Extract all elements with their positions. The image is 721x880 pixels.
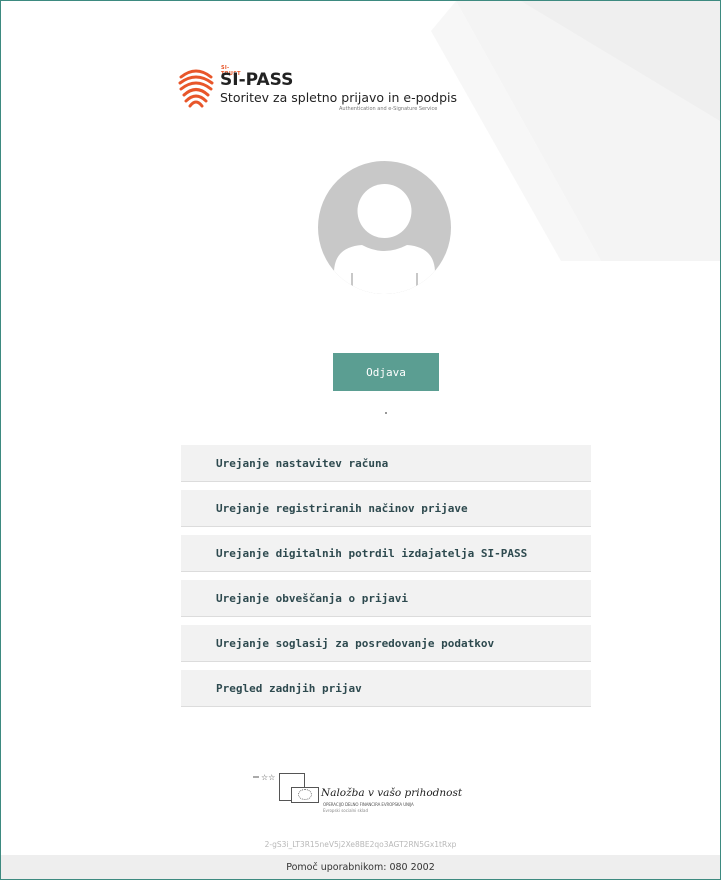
eu-flag-icon	[298, 789, 312, 800]
menu-item-recent-logins[interactable]: Pregled zadnjih prijav	[181, 670, 591, 707]
eu-funding-logo: ☆☆ Naložba v vašo prihodnost OPERACIJO D…	[253, 771, 513, 821]
page-frame: SI-TRUST SI-PASS Storitev za spletno pri…	[0, 0, 721, 880]
background-decoration	[431, 1, 720, 261]
logout-button[interactable]: Odjava	[333, 353, 439, 391]
user-avatar-icon	[318, 161, 451, 294]
brand-name: SI-PASS	[220, 70, 294, 90]
eu-funding-line2: Evropski socialni sklad	[323, 808, 369, 813]
account-menu: Urejanje nastavitev računa Urejanje regi…	[181, 445, 591, 715]
menu-item-login-methods[interactable]: Urejanje registriranih načinov prijave	[181, 490, 591, 527]
menu-item-account-settings[interactable]: Urejanje nastavitev računa	[181, 445, 591, 482]
eu-funding-title: Naložba v vašo prihodnost	[321, 787, 463, 799]
svg-text:☆☆: ☆☆	[261, 773, 275, 782]
menu-item-data-consents[interactable]: Urejanje soglasij za posredovanje podatk…	[181, 625, 591, 662]
brand-subtitle: Storitev za spletno prijavo in e-podpis	[220, 90, 458, 105]
fingerprint-icon	[178, 69, 214, 108]
separator-dot	[385, 412, 387, 414]
session-id: 2-gS3i_LT3R15neV5j2Xe8BE2qo3AGT2RN5Gx1tR…	[264, 840, 457, 849]
help-contact: Pomoč uporabnikom: 080 2002	[286, 861, 435, 873]
brand-subtitle-en: Authentication and e-Signature Service	[339, 106, 438, 112]
footer: Pomoč uporabnikom: 080 2002	[1, 855, 720, 879]
eu-funding-line1: OPERACIJO DELNO FINANCIRA EVROPSKA UNIJA	[323, 802, 414, 807]
menu-item-digital-certificates[interactable]: Urejanje digitalnih potrdil izdajatelja …	[181, 535, 591, 572]
menu-item-login-notifications[interactable]: Urejanje obveščanja o prijavi	[181, 580, 591, 617]
